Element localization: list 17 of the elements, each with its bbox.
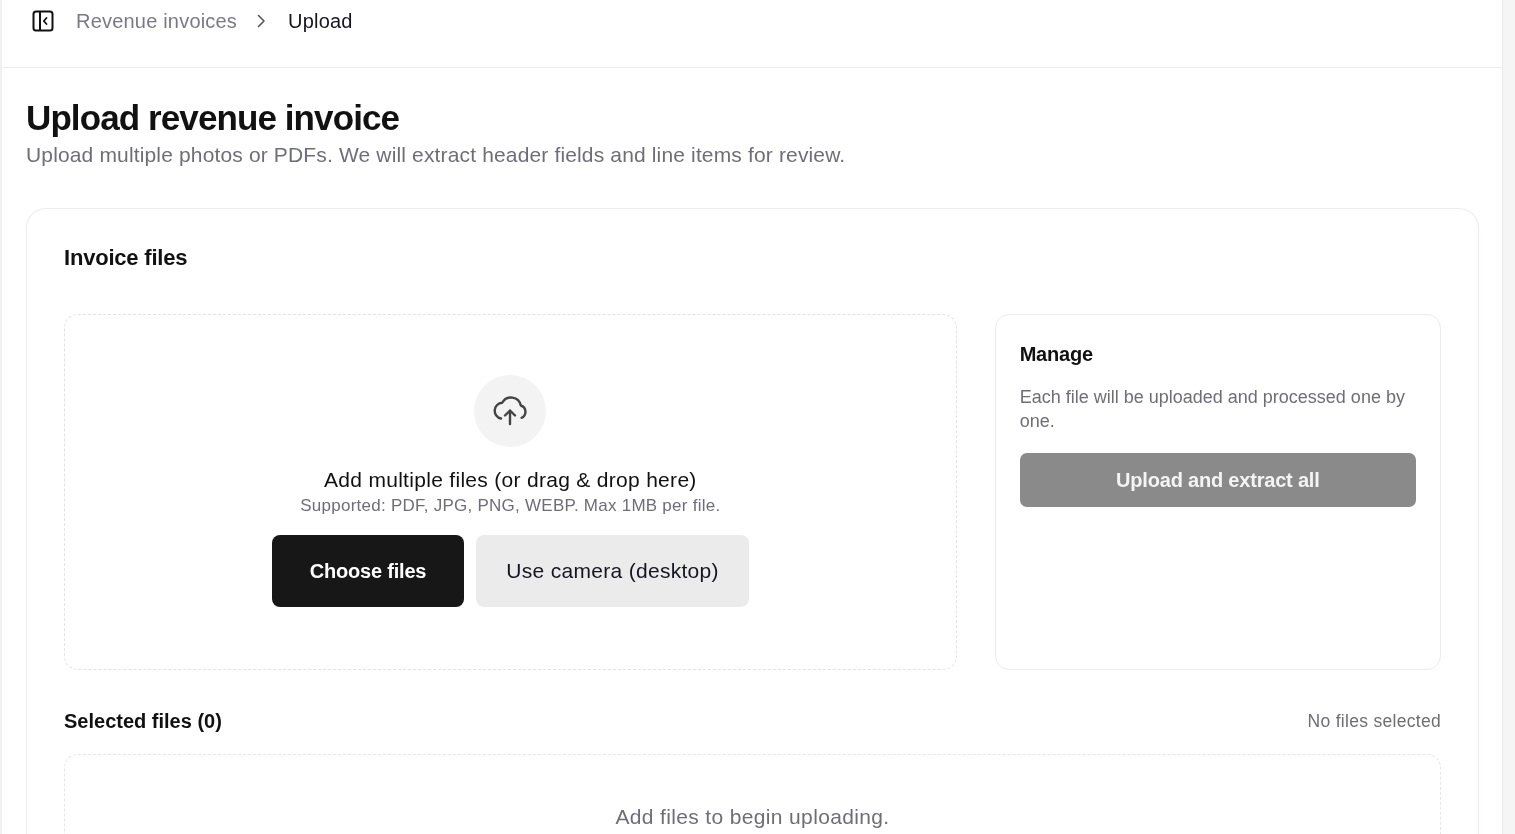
breadcrumb-link[interactable]: Revenue invoices: [76, 10, 238, 32]
dropzone-heading: Add multiple files (or drag & drop here): [324, 467, 697, 493]
panel-description: Each file will be uploaded and processed one by one.: [1019, 386, 1406, 433]
sidebar-toggle-icon[interactable]: [32, 10, 54, 32]
section-title: Selected files (0): [64, 709, 222, 734]
cloud-upload-icon: [474, 375, 547, 447]
chevron-right-icon: [257, 14, 267, 28]
breadcrumb-current: Upload: [288, 10, 353, 32]
selection-status: No files selected: [1307, 710, 1441, 732]
page-title: Upload revenue invoice: [26, 98, 400, 138]
dropzone-hint: Supported: PDF, JPG, PNG, WEBP. Max 1MB per file.: [300, 495, 721, 517]
empty-message: Add files to begin uploading.: [615, 804, 890, 830]
card-title: Invoice files: [64, 244, 188, 272]
camera-button[interactable]: Use camera (desktop): [476, 535, 749, 607]
page-subtitle: Upload multiple photos or PDFs. We will extract header fields and line items for review.: [26, 142, 846, 168]
panel-title: Manage: [1019, 342, 1093, 367]
choose-files-button[interactable]: Choose files: [271, 535, 465, 607]
